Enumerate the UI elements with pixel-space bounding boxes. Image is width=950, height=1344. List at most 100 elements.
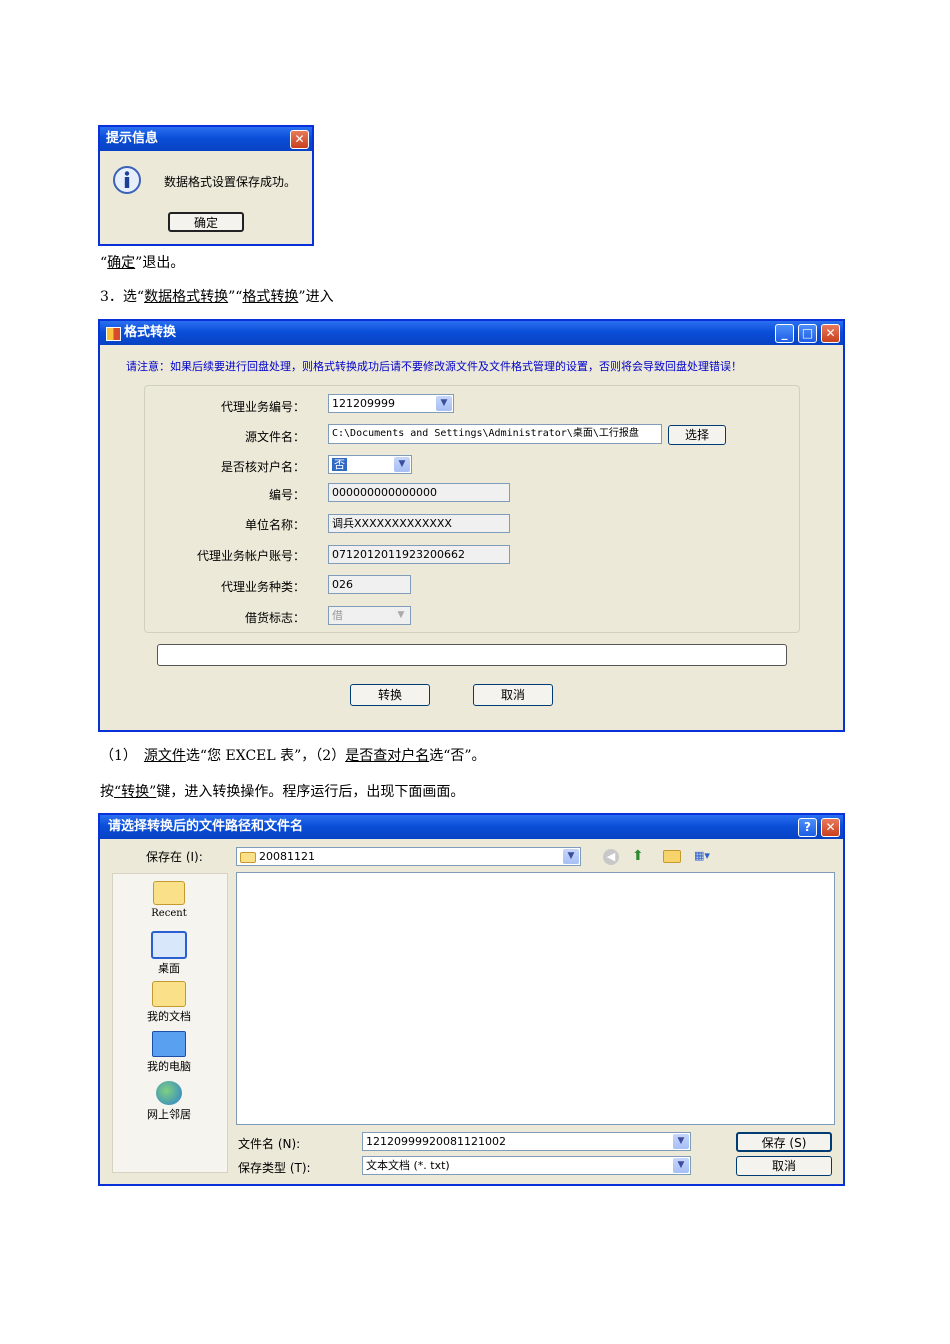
dropdown-arrow-icon[interactable]: ▼	[394, 457, 410, 472]
places-desktop[interactable]: 桌面	[130, 931, 208, 976]
my-computer-icon	[152, 1031, 186, 1057]
source-file-link: 源文件	[143, 748, 186, 764]
maximize-icon[interactable]: □	[798, 324, 817, 343]
cancel-button[interactable]: 取消	[736, 1156, 832, 1176]
save-button[interactable]: 保存 (S)	[736, 1132, 832, 1152]
places-desktop-label: 桌面	[158, 962, 180, 975]
filename-label: 文件名 (N):	[238, 1137, 301, 1151]
format-convert-titlebar[interactable]: 格式转换	[100, 321, 843, 345]
check-name-link: 是否查对户名	[345, 748, 430, 764]
save-in-value: 20081121	[259, 850, 315, 863]
places-my-documents-label: 我的文档	[147, 1010, 191, 1023]
places-network-label: 网上邻居	[147, 1108, 191, 1121]
places-my-computer[interactable]: 我的电脑	[130, 1031, 208, 1074]
save-dialog-title: 请选择转换后的文件路径和文件名	[108, 819, 304, 834]
para4-p1: 按	[100, 784, 114, 800]
help-icon[interactable]: ?	[798, 818, 817, 837]
para-confirm-exit: “确定”退出。	[100, 252, 184, 272]
para-step3: 3．选“数据格式转换”“格式转换”进入	[100, 286, 334, 306]
para3-p3: 选“否”。	[429, 748, 486, 764]
dropdown-arrow-icon[interactable]: ▼	[673, 1134, 689, 1149]
desktop-icon	[151, 931, 187, 959]
format-convert-link: 格式转换	[242, 289, 299, 305]
back-icon[interactable]: ◀	[603, 849, 619, 865]
form-groupbox	[144, 385, 800, 633]
my-documents-icon	[152, 981, 186, 1007]
places-my-computer-label: 我的电脑	[147, 1060, 191, 1073]
unit-name-field: 调兵XXXXXXXXXXXXX	[328, 514, 510, 533]
dropdown-arrow-icon: ▼	[393, 608, 409, 623]
agent-no-label: 代理业务编号：	[220, 400, 305, 414]
file-list-pane[interactable]	[236, 872, 835, 1125]
debit-flag-value: 借	[332, 609, 343, 622]
app-icon	[106, 327, 121, 341]
dropdown-arrow-icon[interactable]: ▼	[563, 849, 579, 864]
code-field: 000000000000000	[328, 483, 510, 502]
check-name-value: 否	[332, 458, 347, 471]
source-file-label: 源文件名：	[244, 430, 305, 444]
dropdown-arrow-icon[interactable]: ▼	[673, 1158, 689, 1173]
check-name-label: 是否核对户名：	[220, 460, 305, 474]
format-convert-title: 格式转换	[124, 325, 177, 340]
new-folder-icon[interactable]	[663, 850, 681, 863]
recent-icon	[153, 881, 185, 905]
filetype-select[interactable]: 文本文档 (*. txt) ▼	[362, 1156, 691, 1175]
step3-suffix: ”进入	[298, 289, 334, 305]
account-label: 代理业务帐户账号：	[196, 549, 305, 563]
info-dialog: 提示信息 ✕ 数据格式设置保存成功。 确定	[98, 125, 314, 246]
para3-p1: （1）	[100, 748, 144, 764]
account-field: 0712012011923200662	[328, 545, 510, 564]
filetype-value: 文本文档 (*. txt)	[366, 1159, 450, 1172]
ok-button[interactable]: 确定	[168, 212, 244, 232]
places-my-documents[interactable]: 我的文档	[130, 981, 208, 1024]
progress-bar	[157, 644, 787, 666]
filetype-label: 保存类型 (T):	[238, 1161, 311, 1175]
minimize-icon[interactable]: _	[775, 324, 794, 343]
save-in-select[interactable]: 20081121 ▼	[236, 847, 581, 866]
save-file-dialog: 请选择转换后的文件路径和文件名 ? ✕ 保存在 (I): 20081121 ▼ …	[98, 813, 845, 1186]
cancel-button[interactable]: 取消	[473, 684, 553, 706]
step3-mid: ”“	[228, 289, 243, 305]
unit-name-label: 单位名称：	[244, 518, 305, 532]
close-icon[interactable]: ✕	[290, 130, 309, 149]
para-press-convert: 按“转换”键，进入转换操作。程序运行后，出现下面画面。	[100, 781, 464, 801]
business-type-field: 026	[328, 575, 411, 594]
para-options: （1） 源文件选“您 EXCEL 表”，（2）是否查对户名选“否”。	[100, 745, 486, 765]
business-type-label: 代理业务种类：	[220, 580, 305, 594]
close-icon[interactable]: ✕	[821, 324, 840, 343]
info-icon	[112, 165, 142, 195]
info-message: 数据格式设置保存成功。	[164, 175, 297, 189]
places-recent-label: Recent	[151, 908, 187, 919]
agent-no-value: 121209999	[332, 397, 395, 410]
info-dialog-titlebar[interactable]: 提示信息	[100, 127, 312, 151]
folder-icon	[240, 851, 256, 863]
view-menu-icon[interactable]: ▦▾	[694, 849, 722, 863]
convert-button[interactable]: 转换	[350, 684, 430, 706]
data-format-convert-link: 数据格式转换	[144, 289, 229, 305]
dropdown-arrow-icon[interactable]: ▼	[436, 396, 452, 411]
filename-input[interactable]: 12120999920081121002 ▼	[362, 1132, 691, 1151]
close-icon[interactable]: ✕	[821, 818, 840, 837]
source-file-input[interactable]: C:\Documents and Settings\Administrator\…	[328, 424, 662, 444]
debit-flag-label: 借货标志：	[244, 611, 305, 625]
up-folder-icon[interactable]: ⬆	[632, 848, 650, 864]
places-recent[interactable]: Recent	[130, 881, 208, 919]
para4-p2: 键，进入转换操作。程序运行后，出现下面画面。	[156, 784, 465, 800]
step3-prefix: 3．选“	[100, 289, 145, 305]
para3-p2: 选“您 EXCEL 表”，（2）	[185, 748, 346, 764]
check-name-select[interactable]: 否 ▼	[328, 455, 412, 474]
save-in-label: 保存在 (I):	[146, 850, 203, 864]
para1-rest: ”退出。	[135, 255, 185, 271]
save-dialog-titlebar[interactable]: 请选择转换后的文件路径和文件名	[100, 815, 843, 839]
network-icon	[156, 1081, 182, 1105]
agent-no-select[interactable]: 121209999 ▼	[328, 394, 454, 413]
format-convert-window: 格式转换 _ □ ✕ 请注意：如果后续要进行回盘处理，则格式转换成功后请不要修改…	[98, 319, 845, 732]
choose-button[interactable]: 选择	[668, 425, 726, 445]
filename-value: 12120999920081121002	[366, 1135, 506, 1148]
debit-flag-select: 借 ▼	[328, 606, 411, 625]
confirm-link: 确定	[107, 255, 136, 271]
notice-text: 请注意：如果后续要进行回盘处理，则格式转换成功后请不要修改源文件及文件格式管理的…	[126, 360, 742, 373]
info-dialog-title: 提示信息	[106, 131, 159, 146]
places-network[interactable]: 网上邻居	[130, 1081, 208, 1122]
code-label: 编号：	[268, 488, 305, 502]
